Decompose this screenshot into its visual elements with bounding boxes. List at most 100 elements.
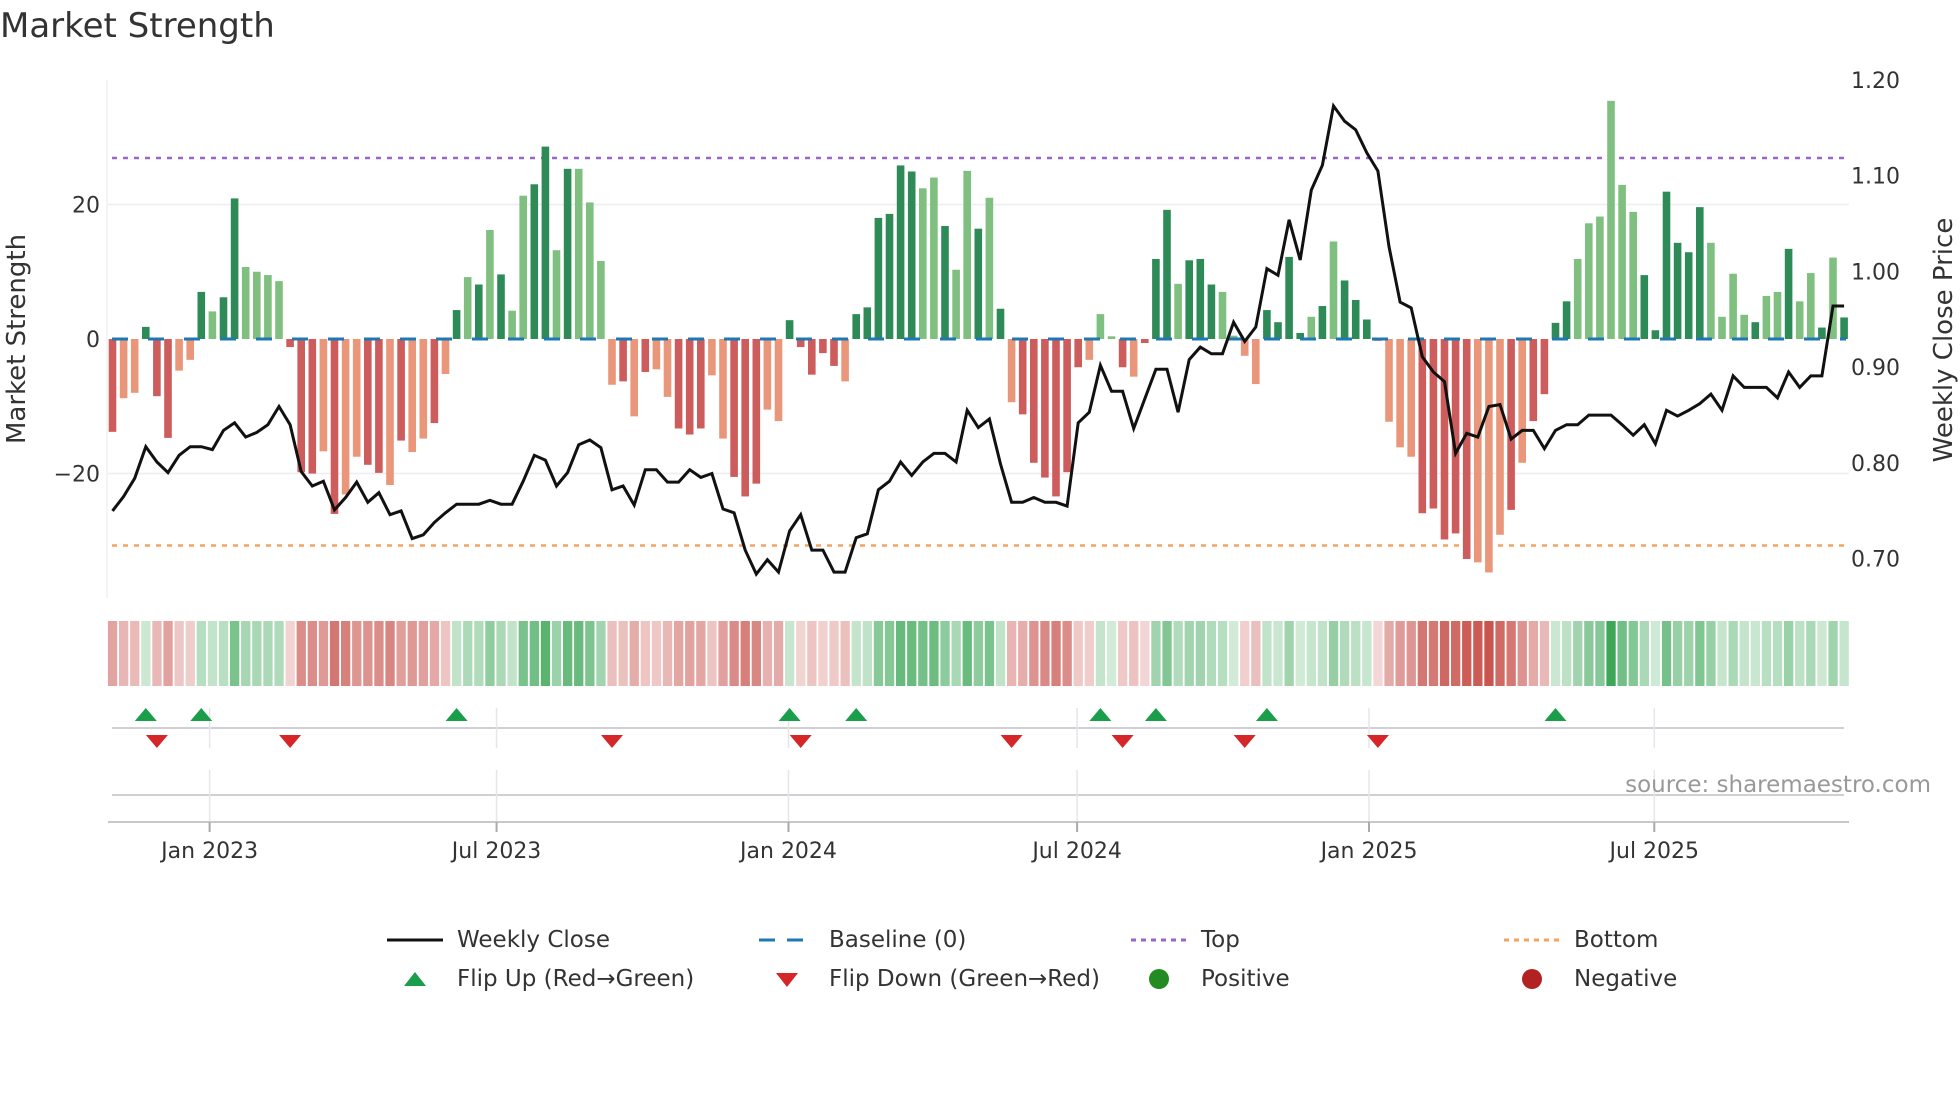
strip-cell <box>995 621 1006 686</box>
strip-cell <box>773 621 784 686</box>
strip-cell <box>618 621 628 686</box>
strip-cell <box>1328 621 1339 686</box>
strip-cell <box>130 621 140 686</box>
negative-bar <box>1074 339 1082 368</box>
negative-bar <box>1429 339 1438 509</box>
negative-bar <box>830 339 838 366</box>
strip-cell <box>1229 621 1239 686</box>
strip-cell <box>1395 621 1405 686</box>
strip-cell <box>851 621 861 686</box>
strip-cell <box>1495 621 1505 686</box>
negative-bar <box>330 339 339 514</box>
strip-cell <box>429 621 440 686</box>
strip-cell <box>285 621 295 686</box>
negative-bar <box>308 339 317 474</box>
strip-cell <box>1817 621 1827 686</box>
strip-cell <box>1018 621 1028 686</box>
strip-cell <box>574 621 584 686</box>
strip-cell <box>1206 621 1217 686</box>
positive-bar <box>1096 314 1105 339</box>
strip-cell <box>485 621 495 686</box>
y2-tick-label: 0.80 <box>1851 452 1900 477</box>
negative-bar <box>1252 339 1260 385</box>
positive-bar <box>1718 316 1726 339</box>
strip-cell <box>1473 621 1483 686</box>
positive-bar <box>1174 283 1182 339</box>
positive-bar <box>941 225 949 339</box>
negative-bar <box>1041 339 1049 478</box>
positive-bar <box>452 310 461 339</box>
negative-bar <box>1474 339 1482 563</box>
negative-bar <box>752 339 761 484</box>
negative-bar <box>1507 339 1515 510</box>
strip-cell <box>385 621 395 686</box>
negative-bar <box>408 339 416 453</box>
strip-cell <box>1306 621 1316 686</box>
positive-bar <box>930 177 938 339</box>
negative-bar <box>441 339 450 374</box>
strip-cell <box>1573 621 1583 686</box>
y2-tick-label: 1.10 <box>1851 165 1900 190</box>
strip-cell <box>1772 621 1783 686</box>
positive-bar <box>508 310 516 339</box>
negative-bar <box>1007 339 1016 403</box>
positive-bar <box>208 311 217 339</box>
strip-cell <box>529 621 539 686</box>
strip-cell <box>1484 621 1494 686</box>
strip-cell <box>1684 621 1694 686</box>
strip-cell <box>1617 621 1627 686</box>
strength-heat-strip <box>107 621 1849 686</box>
strip-cell <box>496 621 506 686</box>
strip-cell <box>629 621 639 686</box>
strip-cell <box>107 621 118 686</box>
source-label: source: sharemaestro.com <box>1625 772 1931 798</box>
strip-cell <box>1251 621 1261 686</box>
strip-cell <box>1839 621 1849 686</box>
strip-cell <box>1784 621 1794 686</box>
strip-cell <box>1539 621 1550 686</box>
positive-bar <box>907 171 916 339</box>
strip-cell <box>718 621 728 686</box>
strip-cell <box>1828 621 1838 686</box>
y2-tick-label: 0.70 <box>1851 548 1900 573</box>
negative-bar <box>1418 339 1427 514</box>
strip-cell <box>1606 621 1616 686</box>
strip-cell <box>1151 621 1161 686</box>
negative-bar <box>1141 339 1149 344</box>
flip-down-marker <box>1111 735 1134 748</box>
positive-bar <box>142 326 150 339</box>
flip-down-marker <box>1366 735 1389 748</box>
positive-bar <box>996 308 1005 339</box>
strip-cell <box>196 621 206 686</box>
strip-cell <box>873 621 884 686</box>
y-tick-label: −20 <box>54 463 100 488</box>
flip-down-marker <box>1233 735 1256 748</box>
negative-bar <box>774 339 783 422</box>
negative-bar <box>1407 339 1415 457</box>
flip-down-marker <box>789 735 812 748</box>
negative-bar <box>1052 339 1060 497</box>
strip-cell <box>1195 621 1205 686</box>
positive-bar <box>1207 284 1216 339</box>
negative-bar <box>153 339 161 397</box>
positive-bar <box>1795 301 1804 339</box>
positive-bar <box>519 195 527 339</box>
positive-bar <box>264 275 272 339</box>
y-axis-title: Market Strength <box>2 234 32 444</box>
strip-cell <box>1040 621 1050 686</box>
strip-cell <box>296 621 306 686</box>
strip-cell <box>274 621 284 686</box>
strip-cell <box>1084 621 1094 686</box>
negative-bar <box>364 339 372 465</box>
negative-bar <box>1129 339 1138 377</box>
positive-bar <box>985 197 994 339</box>
strip-cell <box>152 621 162 686</box>
positive-bar <box>952 269 960 339</box>
strip-cell <box>896 621 906 686</box>
strip-cell <box>1295 621 1305 686</box>
y2-tick-label: 0.90 <box>1851 356 1900 381</box>
positive-bar <box>275 281 283 339</box>
strip-cell <box>1406 621 1416 686</box>
y2-axis-title: Weekly Close Price <box>1929 218 1959 463</box>
negative-bar <box>719 339 727 439</box>
